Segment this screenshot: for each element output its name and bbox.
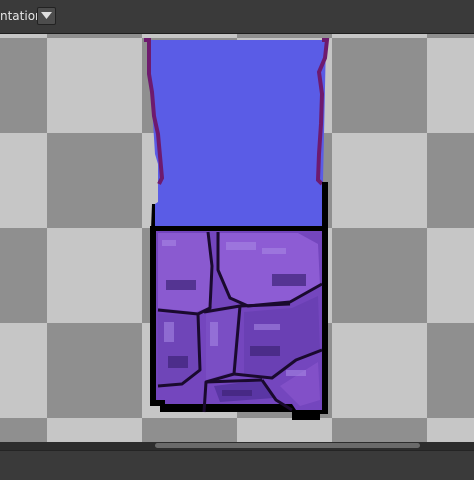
status-bar <box>0 450 474 480</box>
canvas-viewport[interactable] <box>0 34 474 442</box>
water-region <box>149 40 327 228</box>
sprite-artwork <box>144 38 330 420</box>
horizontal-scrollbar[interactable] <box>0 442 474 450</box>
top-toolbar: ntation <box>0 0 474 34</box>
chevron-down-icon <box>41 12 52 19</box>
orientation-dropdown[interactable] <box>37 7 56 25</box>
scrollbar-thumb[interactable] <box>155 443 420 448</box>
